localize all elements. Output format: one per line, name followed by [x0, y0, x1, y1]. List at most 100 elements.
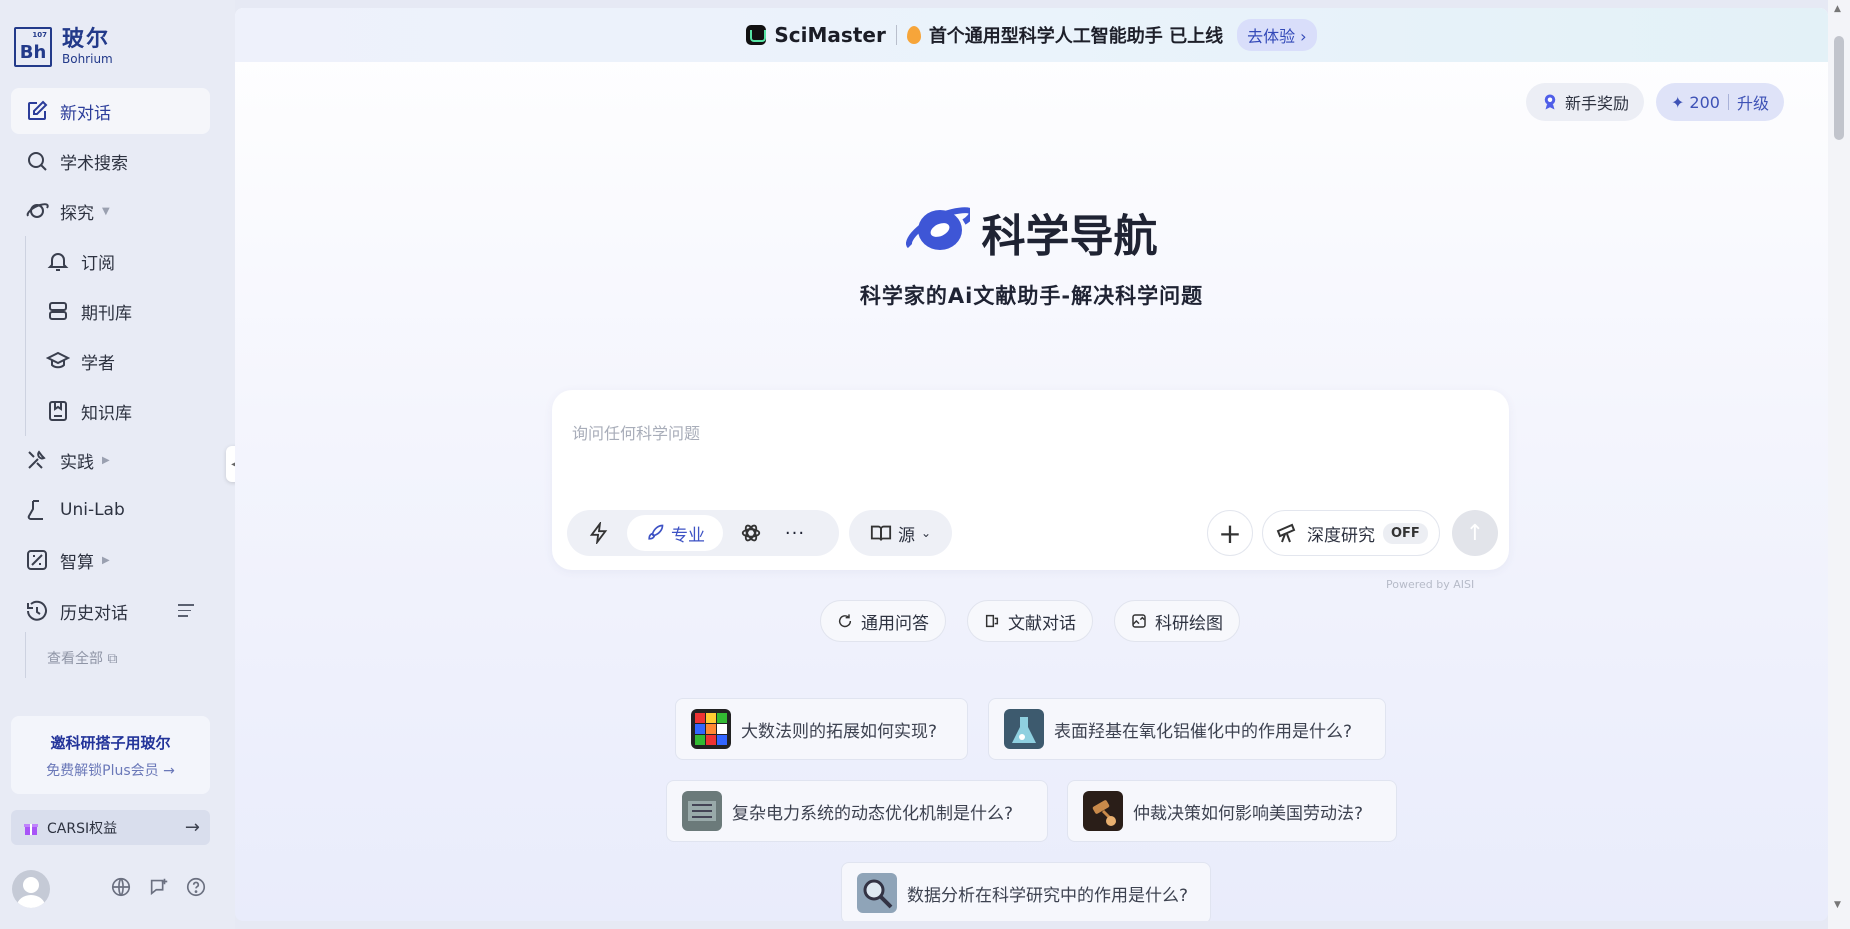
mode-selector: 专业 ···	[567, 510, 839, 556]
compute-icon	[27, 550, 47, 570]
atom-icon	[741, 524, 761, 542]
magnifier-data-icon	[857, 873, 897, 913]
banner-brand: SciMaster	[774, 23, 886, 47]
question-card[interactable]: 仲裁决策如何影响美国劳动法?	[1067, 780, 1397, 842]
planet-icon	[26, 203, 49, 218]
sidebar-item-compute[interactable]: 智算 ▶	[11, 537, 210, 583]
send-button[interactable]: ↑	[1452, 510, 1498, 556]
database-icon	[49, 302, 67, 320]
edit-icon	[28, 100, 48, 120]
carsi-benefits-button[interactable]: CARSI权益 →	[11, 810, 210, 845]
gavel-icon	[1083, 791, 1123, 831]
arrow-up-icon: ↑	[1465, 520, 1485, 546]
question-input[interactable]: 询问任何科学问题	[572, 420, 700, 444]
chevron-down-icon: ⌄	[920, 526, 932, 540]
composer: 询问任何科学问题 专业 ··· 源 ⌄ + 深度研究 OFF ↑	[552, 390, 1509, 570]
more-modes-button[interactable]: ···	[773, 515, 817, 551]
question-card[interactable]: 数据分析在科学研究中的作用是什么?	[841, 862, 1211, 921]
logo-mark: 107 Bh	[14, 27, 52, 67]
sidebar-item-subscribe[interactable]: 订阅	[34, 238, 210, 284]
invite-subtitle: 免费解锁Plus会员 →	[46, 763, 175, 779]
invite-title: 邀科研搭子用玻尔	[50, 734, 171, 752]
fast-mode-button[interactable]	[577, 515, 621, 551]
sidebar-item-academic-search[interactable]: 学术搜索	[11, 138, 210, 184]
book-save-icon	[49, 401, 67, 421]
sidebar-item-journals[interactable]: 期刊库	[34, 288, 210, 334]
help-icon[interactable]	[185, 876, 207, 898]
hero-title: 科学导航	[235, 200, 1828, 264]
chip-science-drawing[interactable]: 科研绘图	[1114, 600, 1240, 642]
telescope-icon	[1276, 523, 1296, 543]
hero-subtitle: 科学家的Ai文献助手-解决科学问题	[859, 284, 1204, 308]
sidebar-item-knowledge-base[interactable]: 知识库	[34, 388, 210, 434]
question-card[interactable]: 表面羟基在氧化铝催化中的作用是什么?	[988, 698, 1386, 760]
more-icon: ···	[784, 522, 806, 544]
lab-flask-icon	[27, 500, 43, 520]
history-menu-icon[interactable]	[178, 604, 194, 621]
arrow-right-icon: →	[184, 817, 200, 838]
logo-name-cn: 玻尔	[62, 27, 111, 52]
sidebar-item-label: 探究	[60, 203, 94, 224]
external-link-icon: ⧉	[107, 651, 118, 667]
try-now-button[interactable]: 去体验 ›	[1237, 19, 1317, 51]
tools-icon	[28, 450, 46, 469]
invite-card[interactable]: 邀科研搭子用玻尔 免费解锁Plus会员 →	[11, 716, 210, 794]
pro-mode-button[interactable]: 专业	[627, 515, 723, 551]
main-panel: SciMaster 首个通用型科学人工智能助手 已上线 去体验 › 新手奖励 ✦…	[235, 8, 1828, 921]
fire-drop-icon	[906, 26, 921, 44]
deep-research-toggle[interactable]: 深度研究 OFF	[1262, 510, 1440, 556]
sidebar-item-label: 学术搜索	[60, 153, 128, 174]
sidebar-item-label: 历史对话	[60, 603, 128, 624]
search-icon	[28, 152, 47, 171]
question-card[interactable]: 大数法则的拓展如何实现?	[675, 698, 968, 760]
chip-literature-chat[interactable]: 文献对话	[967, 600, 1093, 642]
points-upgrade-button[interactable]: ✦ 200 升级	[1656, 83, 1784, 121]
user-avatar[interactable]	[12, 870, 50, 908]
book-open-icon	[870, 525, 892, 541]
chip-general-qa[interactable]: 通用问答	[820, 600, 946, 642]
question-card[interactable]: 复杂电力系统的动态优化机制是什么?	[666, 780, 1048, 842]
view-all-history-link[interactable]: 查看全部 ⧉	[47, 648, 117, 668]
sidebar-item-label: 新对话	[60, 103, 111, 124]
newbie-reward-button[interactable]: 新手奖励	[1526, 83, 1645, 121]
deep-research-state: OFF	[1383, 522, 1428, 544]
plus-icon: +	[1218, 516, 1242, 550]
history-tree-line	[25, 632, 26, 678]
scroll-down-icon[interactable]: ▼	[1834, 900, 1841, 910]
announcement-banner[interactable]: SciMaster 首个通用型科学人工智能助手 已上线 去体验 ›	[235, 8, 1828, 62]
sidebar-item-label: 期刊库	[81, 303, 132, 324]
medal-icon	[1544, 94, 1556, 110]
sidebar-item-unilab[interactable]: Uni-Lab	[11, 487, 210, 533]
chemistry-icon	[1004, 709, 1044, 749]
bohrium-logo[interactable]: 107 Bh 玻尔 Bohrium	[14, 27, 113, 67]
rocket-icon	[648, 524, 664, 540]
sidebar-item-explore[interactable]: 探究 ▼	[11, 188, 210, 234]
sidebar-item-label: 订阅	[81, 253, 115, 274]
attach-button[interactable]: +	[1207, 510, 1253, 556]
banner-text: 首个通用型科学人工智能助手 已上线	[928, 26, 1224, 47]
logo-name-en: Bohrium	[62, 52, 113, 66]
history-icon	[27, 600, 47, 621]
sidebar-item-new-chat[interactable]: 新对话	[11, 88, 210, 134]
chevron-down-icon: ▼	[102, 205, 110, 217]
sidebar-item-practice[interactable]: 实践 ▶	[11, 437, 210, 483]
document-chat-icon	[985, 614, 999, 628]
chevron-right-icon: ▶	[102, 454, 110, 466]
agent-mode-button[interactable]	[729, 515, 773, 551]
gift-icon	[24, 823, 38, 835]
sidebar-item-scholars[interactable]: 学者	[34, 338, 210, 384]
rubik-cube-icon	[691, 709, 731, 749]
explore-tree-line	[25, 236, 26, 436]
scroll-up-icon[interactable]: ▲	[1834, 4, 1841, 14]
sidebar-item-label: 知识库	[81, 403, 132, 424]
page-scrollbar[interactable]: ▲ ▼	[1828, 0, 1850, 929]
source-dropdown[interactable]: 源 ⌄	[849, 510, 952, 556]
feedback-icon[interactable]	[148, 876, 170, 898]
globe-icon[interactable]	[110, 876, 132, 898]
sidebar-item-label: 学者	[81, 353, 115, 374]
sidebar-item-label: Uni-Lab	[60, 500, 125, 520]
scroll-thumb[interactable]	[1834, 36, 1844, 140]
sidebar: 107 Bh 玻尔 Bohrium 新对话 学术搜索 探究 ▼ 订阅 期刊库 学者…	[0, 0, 235, 929]
powered-by: Powered by AISI	[1386, 578, 1475, 591]
sidebar-item-label: 智算	[60, 552, 94, 573]
